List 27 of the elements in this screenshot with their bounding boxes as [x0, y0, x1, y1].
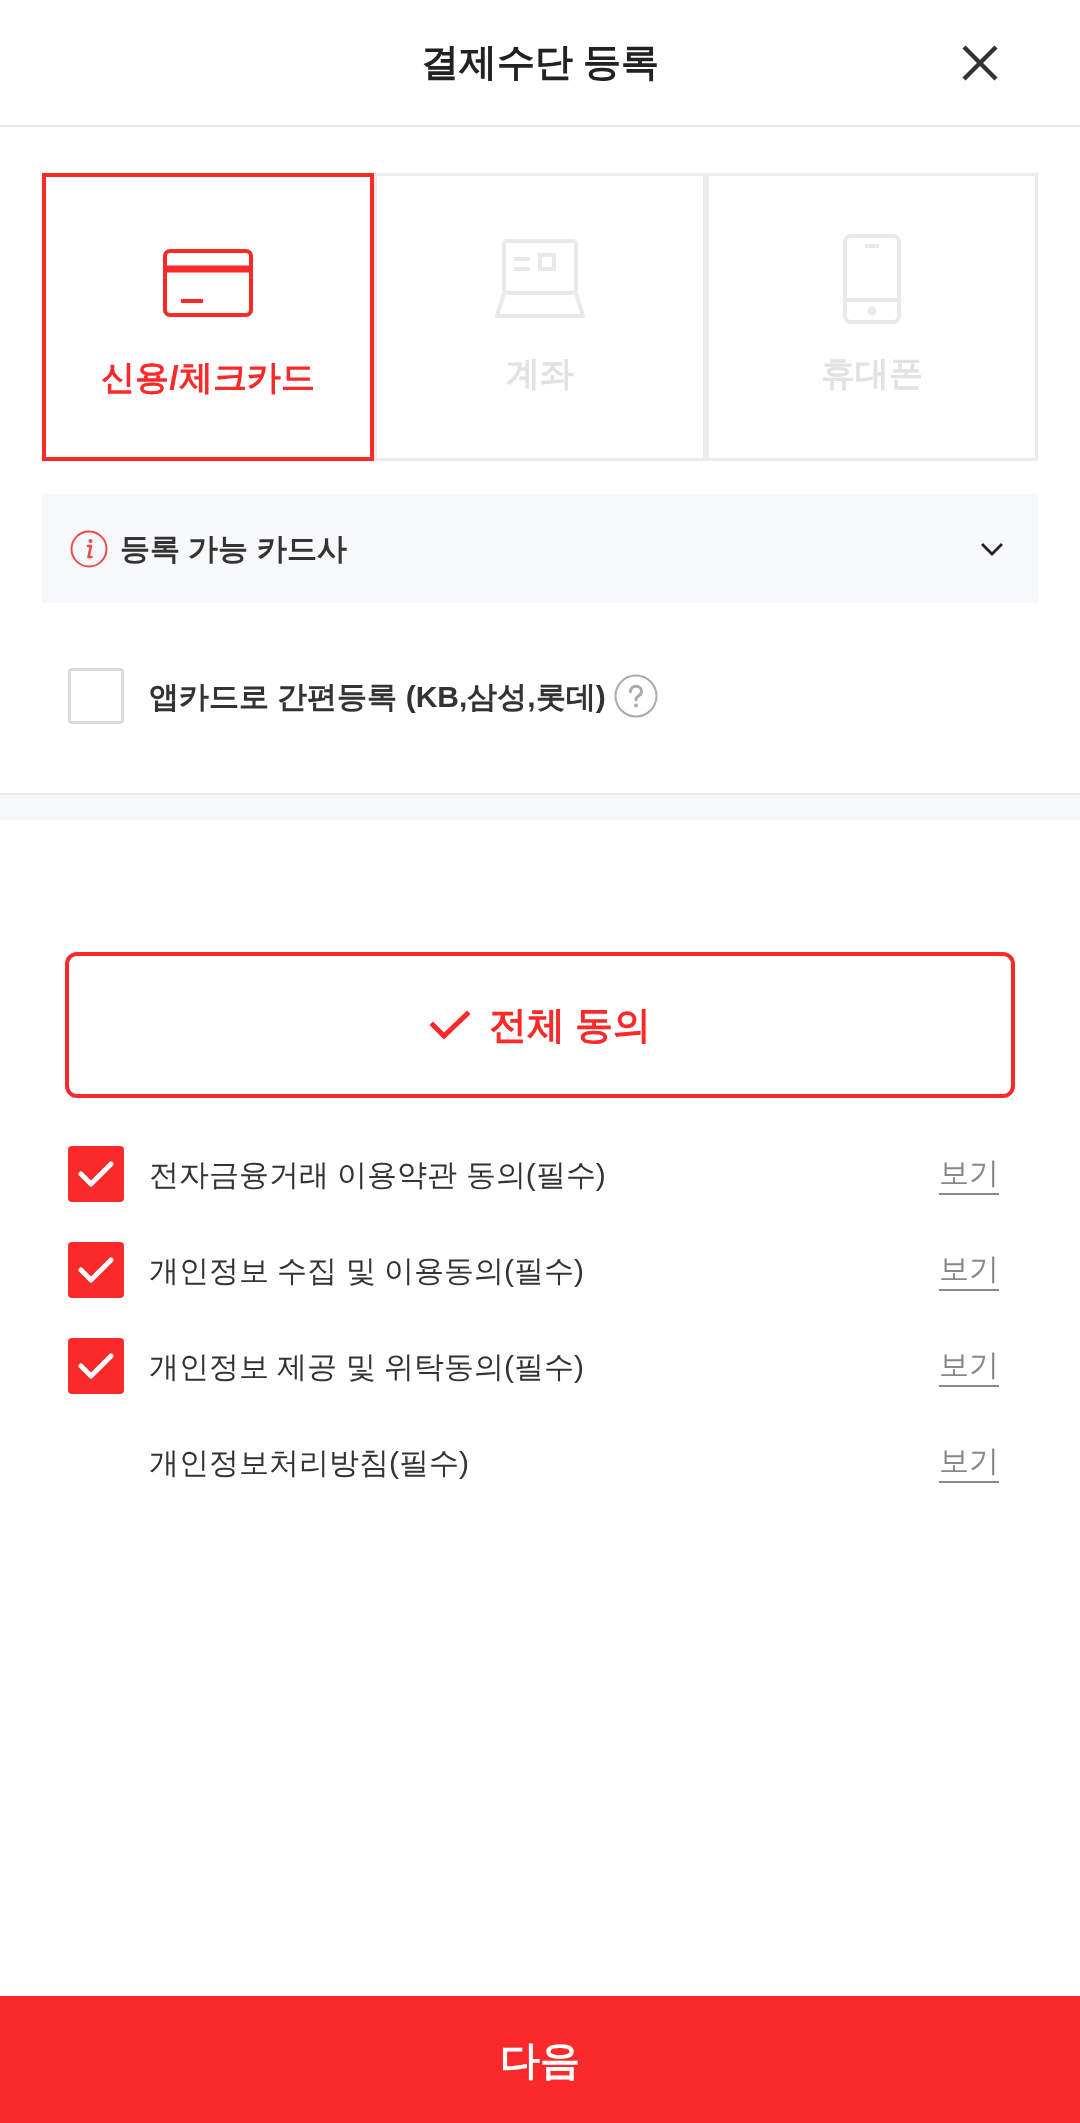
window-title: 결제수단 등록 [419, 40, 661, 85]
agreement-label: 개인정보 수집 및 이용동의(필수) [149, 1252, 585, 1289]
check-icon [78, 1257, 114, 1283]
next-button[interactable]: 다음 [0, 1996, 1080, 2123]
check-icon [78, 1353, 114, 1379]
view-link[interactable]: 보기 [939, 1153, 999, 1195]
close-icon [961, 43, 999, 82]
view-link[interactable]: 보기 [939, 1345, 999, 1387]
app-card-label: 앱카드로 간편등록 (KB,삼성,롯데) [149, 678, 606, 715]
checkbox[interactable] [68, 1146, 124, 1202]
checkbox[interactable] [68, 1242, 124, 1298]
help-icon[interactable] [613, 674, 658, 718]
agreement-label: 전자금융거래 이용약관 동의(필수) [149, 1156, 607, 1193]
agree-all-button[interactable]: 전체 동의 [65, 952, 1015, 1098]
check-icon [78, 1161, 114, 1187]
view-link[interactable]: 보기 [939, 1441, 999, 1483]
agreement-label: 개인정보 제공 및 위탁동의(필수) [149, 1348, 585, 1385]
view-link[interactable]: 보기 [939, 1249, 999, 1291]
agreement-label: 개인정보처리방침(필수) [149, 1444, 470, 1481]
payment-method-tab[interactable]: 신용/체크카드 [42, 173, 374, 461]
credit-card-icon [163, 249, 253, 317]
checkbox[interactable] [68, 668, 124, 724]
checkbox[interactable] [68, 1338, 124, 1394]
chevron-icon [980, 541, 1004, 556]
card-issuers-dropdown[interactable]: 등록 가능 카드사 [42, 494, 1038, 603]
info-icon [70, 529, 108, 568]
check-icon [428, 1010, 471, 1040]
